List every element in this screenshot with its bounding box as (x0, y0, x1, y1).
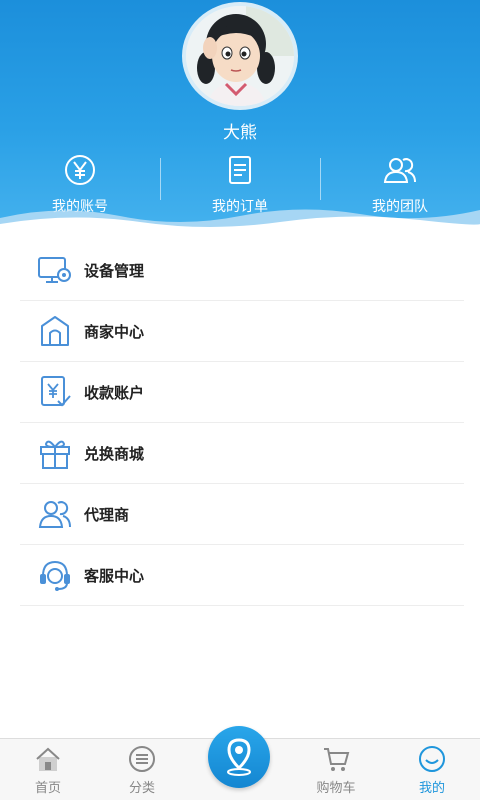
menu-item-label: 代理商 (84, 505, 130, 524)
header-wave (0, 209, 480, 232)
tab-label: 我的 (418, 781, 445, 796)
menu-list: 设备管理 商家中心 收款账户 兑换商城 代理商 客服中心 (20, 240, 464, 606)
menu-item-customer-service[interactable]: 客服中心 (20, 545, 464, 606)
gift-icon (40, 440, 70, 469)
menu-item-label: 客服中心 (84, 566, 145, 585)
location-button[interactable] (208, 726, 270, 788)
avatar[interactable] (182, 2, 298, 110)
menu-item-merchant-center[interactable]: 商家中心 (20, 301, 464, 362)
tab-category[interactable]: 分类 (102, 745, 182, 799)
tab-label: 分类 (128, 781, 155, 796)
yen-circle-icon (65, 155, 95, 185)
menu-item-payment-account[interactable]: 收款账户 (20, 362, 464, 423)
profile-header: 大熊 我的账号 我的订单 我的团队 (0, 0, 480, 232)
home-icon (36, 747, 60, 771)
menu-item-device-management[interactable]: 设备管理 (20, 240, 464, 301)
headset-icon (40, 560, 70, 591)
menu-item-agent[interactable]: 代理商 (20, 484, 464, 545)
tab-home[interactable]: 首页 (8, 745, 88, 799)
username: 大熊 (223, 123, 257, 143)
menu-item-label: 设备管理 (84, 261, 145, 280)
yen-receipt-icon (41, 376, 71, 407)
smile-icon (419, 746, 445, 772)
location-pin-icon (227, 738, 251, 776)
tab-mine[interactable]: 我的 (392, 745, 472, 799)
monitor-gear-icon (38, 257, 71, 283)
menu-item-exchange-mall[interactable]: 兑换商城 (20, 423, 464, 484)
team-icon (383, 158, 416, 183)
menu-item-label: 商家中心 (84, 322, 145, 341)
agents-icon (38, 501, 71, 528)
menu-item-label: 兑换商城 (84, 444, 145, 463)
tab-cart[interactable]: 购物车 (296, 745, 376, 799)
shop-icon (41, 316, 69, 346)
tab-label: 购物车 (316, 781, 356, 796)
list-circle-icon (129, 746, 155, 772)
tab-label: 首页 (34, 781, 61, 796)
cart-icon (324, 748, 350, 771)
menu-item-label: 收款账户 (84, 383, 145, 402)
document-icon (229, 156, 251, 184)
